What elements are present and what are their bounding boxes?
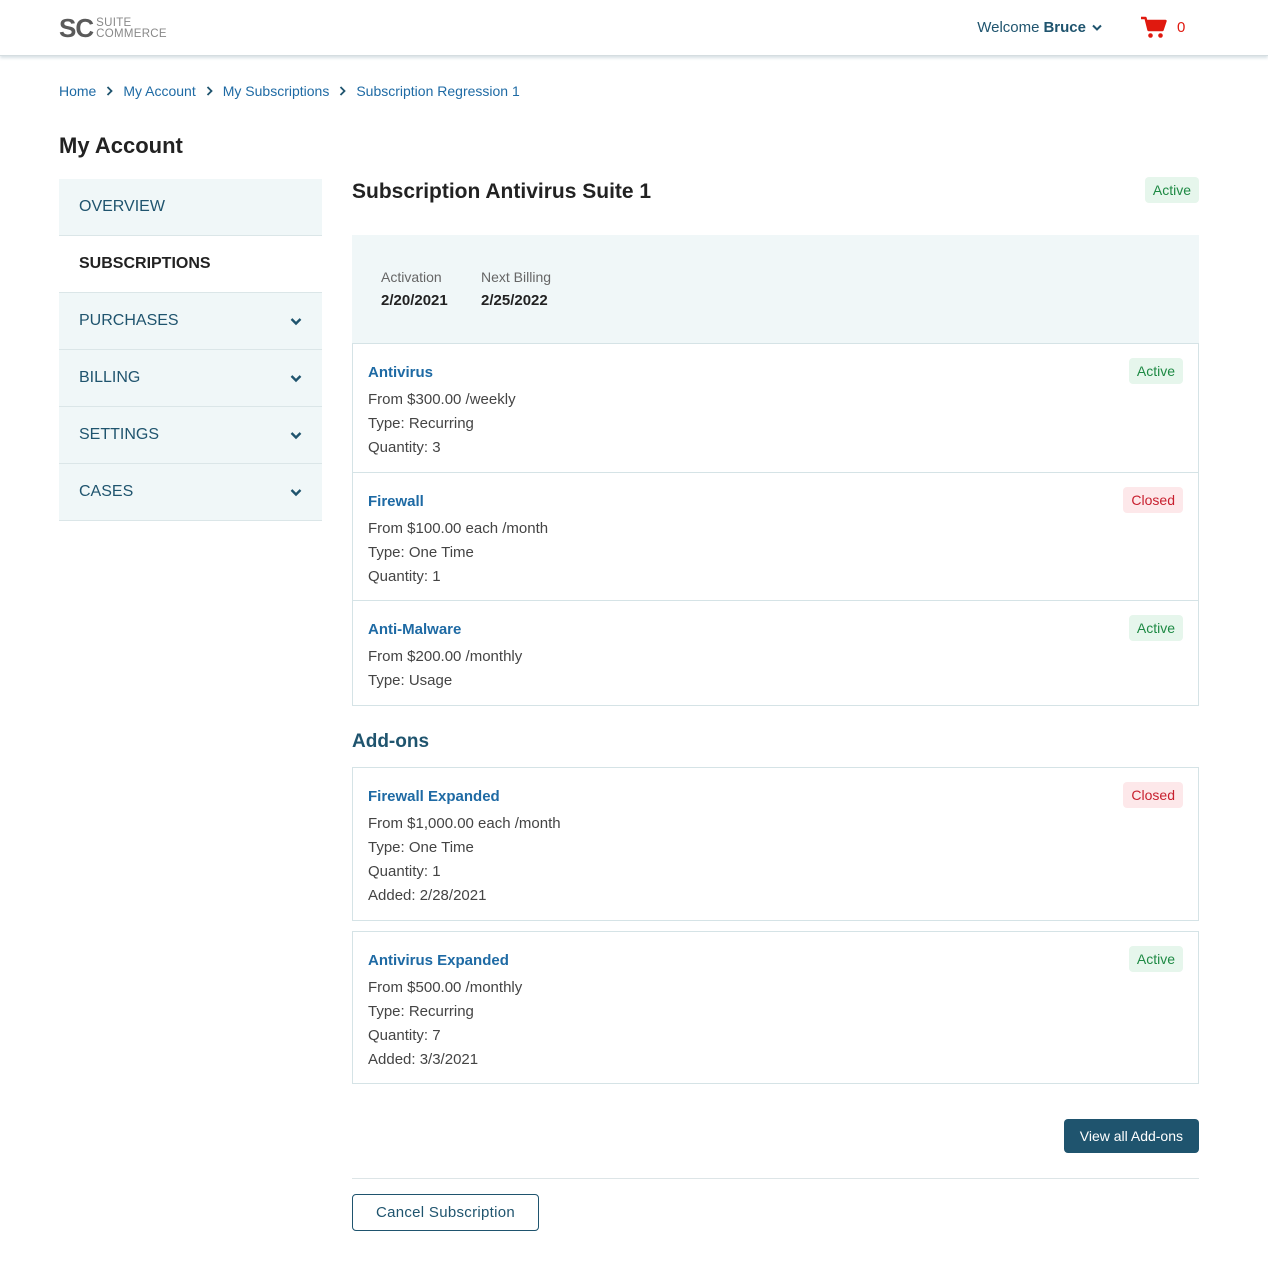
activation-date: Activation 2/20/2021	[381, 269, 448, 309]
subscription-title: Subscription Antivirus Suite 1	[352, 180, 652, 203]
cart-icon	[1141, 16, 1167, 38]
addon-price: From $500.00 /monthly	[368, 979, 523, 996]
addon-name-link[interactable]: Antivirus Expanded	[368, 952, 1183, 969]
next-billing-value: 2/25/2022	[481, 292, 548, 309]
addon-price: From $1,000.00 each /month	[368, 815, 561, 832]
subscription-lines: Antivirus From $300.00 /weekly Type: Rec…	[352, 343, 1199, 706]
cart-count: 0	[1177, 19, 1186, 36]
next-billing-date: Next Billing 2/25/2022	[481, 269, 551, 309]
addon-quantity: Quantity: 1	[368, 863, 441, 880]
user-name: Bruce	[1043, 19, 1086, 36]
chevron-down-icon	[1092, 24, 1102, 31]
status-badge: Closed	[1123, 782, 1183, 808]
list-item: Antivirus From $300.00 /weekly Type: Rec…	[353, 343, 1198, 472]
breadcrumb: Home My Account My Subscriptions Subscri…	[59, 83, 520, 99]
chevron-down-icon[interactable]	[290, 374, 302, 383]
sidebar-item-subscriptions[interactable]: SUBSCRIPTIONS	[59, 236, 322, 293]
next-billing-label: Next Billing	[481, 269, 552, 285]
page-title: My Account	[59, 133, 183, 158]
cancel-subscription-button[interactable]: Cancel Subscription	[352, 1194, 539, 1231]
item-type: Type: Usage	[368, 672, 453, 689]
subscription-dates: Activation 2/20/2021 Next Billing 2/25/2…	[352, 235, 1199, 343]
addons-title: Add-ons	[352, 731, 430, 752]
activation-value: 2/20/2021	[381, 292, 448, 309]
addon-item: Firewall Expanded From $1,000.00 each /m…	[352, 767, 1199, 921]
sidebar-item-label: SUBSCRIPTIONS	[79, 255, 211, 272]
logo-words: SUITE COMMERCE	[96, 17, 167, 40]
item-name-link[interactable]: Firewall	[368, 493, 1183, 510]
list-item: Anti-Malware From $200.00 /monthly Type:…	[353, 600, 1198, 705]
sidebar-item-overview[interactable]: OVERVIEW	[59, 179, 322, 236]
chevron-right-icon	[339, 86, 347, 96]
addon-name-link[interactable]: Firewall Expanded	[368, 788, 1183, 805]
addon-type: Type: Recurring	[368, 1003, 474, 1020]
site-header: SC SUITE COMMERCE Welcome Bruce 0	[0, 0, 1268, 56]
chevron-down-icon[interactable]	[290, 317, 302, 326]
status-badge: Active	[1128, 358, 1183, 384]
addon-quantity: Quantity: 7	[368, 1027, 441, 1044]
breadcrumb-my-account[interactable]: My Account	[123, 83, 195, 99]
item-type: Type: One Time	[368, 544, 474, 561]
chevron-right-icon	[106, 86, 114, 96]
sidebar-item-label: CASES	[79, 483, 134, 500]
sidebar-item-cases[interactable]: CASES	[59, 464, 322, 521]
logo-line-2: COMMERCE	[96, 28, 167, 40]
account-sidebar: OVERVIEW SUBSCRIPTIONS PURCHASES BILLING…	[59, 179, 322, 521]
logo-sc: SC	[59, 13, 94, 43]
breadcrumb-home[interactable]: Home	[59, 83, 96, 99]
sidebar-item-settings[interactable]: SETTINGS	[59, 407, 322, 464]
sidebar-item-purchases[interactable]: PURCHASES	[59, 293, 322, 350]
item-name-link[interactable]: Anti-Malware	[368, 621, 1183, 638]
addon-type: Type: One Time	[368, 839, 474, 856]
view-all-addons-button[interactable]: View all Add-ons	[1063, 1119, 1199, 1153]
chevron-down-icon[interactable]	[290, 431, 302, 440]
activation-label: Activation	[381, 269, 442, 285]
sidebar-item-label: SETTINGS	[79, 426, 160, 443]
status-badge: Active	[1128, 615, 1183, 641]
site-logo[interactable]: SC SUITE COMMERCE	[59, 15, 167, 41]
breadcrumb-current[interactable]: Subscription Regression 1	[356, 83, 519, 99]
item-quantity: Quantity: 1	[368, 568, 441, 585]
breadcrumb-my-subscriptions[interactable]: My Subscriptions	[223, 83, 330, 99]
item-name-link[interactable]: Antivirus	[368, 364, 1183, 381]
chevron-down-icon[interactable]	[290, 488, 302, 497]
item-price: From $200.00 /monthly	[368, 648, 523, 665]
chevron-right-icon	[206, 86, 213, 96]
status-badge: Closed	[1123, 487, 1183, 513]
sidebar-item-label: OVERVIEW	[79, 198, 165, 215]
welcome-label: Welcome	[977, 19, 1040, 36]
item-type: Type: Recurring	[368, 415, 474, 432]
item-price: From $300.00 /weekly	[368, 391, 516, 408]
status-badge: Active	[1128, 946, 1183, 972]
sidebar-item-label: PURCHASES	[79, 312, 179, 329]
welcome-menu[interactable]: Welcome Bruce	[977, 19, 1102, 36]
item-price: From $100.00 each /month	[368, 520, 549, 537]
addon-added-date: Added: 2/28/2021	[368, 887, 487, 904]
sidebar-item-label: BILLING	[79, 369, 141, 386]
status-badge: Active	[1144, 177, 1199, 203]
addon-added-date: Added: 3/3/2021	[368, 1051, 479, 1068]
addon-item: Antivirus Expanded From $500.00 /monthly…	[352, 931, 1199, 1084]
divider	[352, 1178, 1199, 1179]
list-item: Firewall From $100.00 each /month Type: …	[353, 472, 1198, 600]
cart-button[interactable]: 0	[1141, 16, 1185, 39]
sidebar-item-billing[interactable]: BILLING	[59, 350, 322, 407]
item-quantity: Quantity: 3	[368, 439, 441, 456]
